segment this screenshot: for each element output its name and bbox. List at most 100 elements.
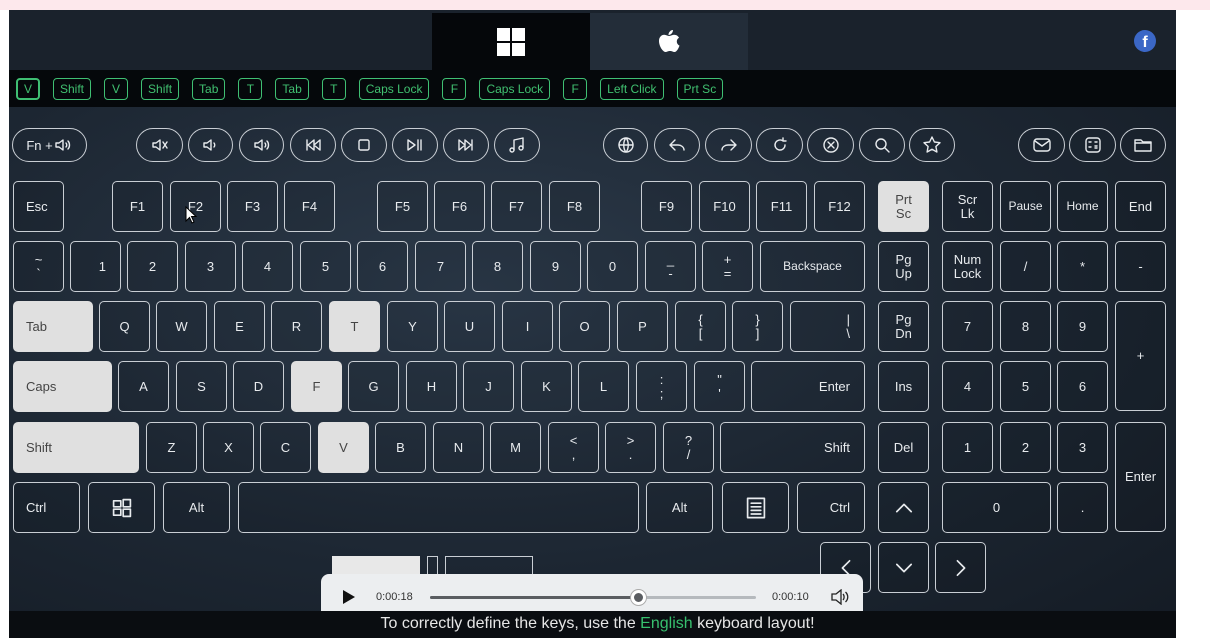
key-np6[interactable]: 6 bbox=[1057, 361, 1108, 412]
key-d[interactable]: D bbox=[233, 361, 284, 412]
key-f10[interactable]: F10 bbox=[699, 181, 750, 232]
key-np3[interactable]: 3 bbox=[1057, 422, 1108, 473]
key-ins[interactable]: Ins bbox=[878, 361, 929, 412]
key-o[interactable]: O bbox=[559, 301, 610, 352]
key-win[interactable] bbox=[88, 482, 155, 533]
key-k[interactable]: K bbox=[521, 361, 572, 412]
key-pipe[interactable]: | \ bbox=[790, 301, 865, 352]
key-i[interactable]: I bbox=[502, 301, 553, 352]
key-m[interactable]: M bbox=[490, 422, 541, 473]
key-del[interactable]: Del bbox=[878, 422, 929, 473]
key-np-mul[interactable]: * bbox=[1057, 241, 1108, 292]
key-f12[interactable]: F12 bbox=[814, 181, 865, 232]
key-right[interactable] bbox=[935, 542, 986, 593]
key-enter[interactable]: Enter bbox=[751, 361, 865, 412]
key-down[interactable] bbox=[878, 542, 929, 593]
key-h[interactable]: H bbox=[406, 361, 457, 412]
key-colon[interactable]: :; bbox=[636, 361, 687, 412]
key-ctrl-l[interactable]: Ctrl bbox=[13, 482, 80, 533]
key-tab[interactable]: Tab bbox=[13, 301, 93, 352]
seek-thumb[interactable] bbox=[631, 590, 646, 605]
refresh-key[interactable] bbox=[756, 128, 803, 162]
key-alt-r[interactable]: Alt bbox=[646, 482, 713, 533]
volume-down-key[interactable] bbox=[188, 128, 233, 162]
play-icon[interactable] bbox=[342, 589, 356, 605]
key-np-plus[interactable]: + bbox=[1115, 301, 1166, 411]
key-f7[interactable]: F7 bbox=[491, 181, 542, 232]
key-question[interactable]: ? / bbox=[663, 422, 714, 473]
key-backspace[interactable]: Backspace bbox=[760, 241, 865, 292]
stop-key[interactable] bbox=[341, 128, 387, 162]
key-menu[interactable] bbox=[722, 482, 789, 533]
key-f5[interactable]: F5 bbox=[377, 181, 428, 232]
key-s[interactable]: S bbox=[176, 361, 227, 412]
key-d4[interactable]: 4 bbox=[242, 241, 293, 292]
key-up[interactable] bbox=[878, 482, 929, 533]
key-d8[interactable]: 8 bbox=[472, 241, 523, 292]
key-p[interactable]: P bbox=[617, 301, 668, 352]
key-np0[interactable]: 0 bbox=[942, 482, 1051, 533]
folder-key[interactable] bbox=[1120, 128, 1166, 162]
key-d5[interactable]: 5 bbox=[300, 241, 351, 292]
key-b[interactable]: B bbox=[375, 422, 426, 473]
key-gt[interactable]: >. bbox=[605, 422, 656, 473]
key-np1[interactable]: 1 bbox=[942, 422, 993, 473]
key-j[interactable]: J bbox=[463, 361, 514, 412]
key-d3[interactable]: 3 bbox=[185, 241, 236, 292]
key-scrlk[interactable]: Scr Lk bbox=[942, 181, 993, 232]
music-key[interactable] bbox=[494, 128, 540, 162]
fn-volume-key[interactable]: Fn + bbox=[12, 128, 87, 162]
seek-bar[interactable] bbox=[430, 590, 756, 605]
calculator-key[interactable] bbox=[1069, 128, 1116, 162]
key-u[interactable]: U bbox=[444, 301, 495, 352]
key-lt[interactable]: <, bbox=[548, 422, 599, 473]
key-prtsc[interactable]: Prt Sc bbox=[878, 181, 929, 232]
key-np-dot[interactable]: . bbox=[1057, 482, 1108, 533]
key-ctrl-r[interactable]: Ctrl bbox=[797, 482, 865, 533]
key-np-enter[interactable]: Enter bbox=[1115, 422, 1166, 532]
key-np-div[interactable]: / bbox=[1000, 241, 1051, 292]
key-f1[interactable]: F1 bbox=[112, 181, 163, 232]
key-q[interactable]: Q bbox=[99, 301, 150, 352]
key-home[interactable]: Home bbox=[1057, 181, 1108, 232]
key-np5[interactable]: 5 bbox=[1000, 361, 1051, 412]
key-np9[interactable]: 9 bbox=[1057, 301, 1108, 352]
key-shift-l[interactable]: Shift bbox=[13, 422, 139, 473]
key-d0[interactable]: 0 bbox=[587, 241, 638, 292]
search-key[interactable] bbox=[859, 128, 905, 162]
key-minus[interactable]: _ - bbox=[645, 241, 696, 292]
key-a[interactable]: A bbox=[118, 361, 169, 412]
key-v[interactable]: V bbox=[318, 422, 369, 473]
close-key[interactable] bbox=[807, 128, 854, 162]
mail-key[interactable] bbox=[1018, 128, 1065, 162]
key-np4[interactable]: 4 bbox=[942, 361, 993, 412]
previous-track-key[interactable] bbox=[290, 128, 336, 162]
key-l[interactable]: L bbox=[578, 361, 629, 412]
key-space[interactable] bbox=[238, 482, 639, 533]
key-caps[interactable]: Caps bbox=[13, 361, 112, 412]
key-f3[interactable]: F3 bbox=[227, 181, 278, 232]
play-pause-key[interactable] bbox=[392, 128, 438, 162]
key-shift-r[interactable]: Shift bbox=[720, 422, 865, 473]
key-np2[interactable]: 2 bbox=[1000, 422, 1051, 473]
key-plus[interactable]: + = bbox=[702, 241, 753, 292]
volume-up-key[interactable] bbox=[239, 128, 284, 162]
key-end[interactable]: End bbox=[1115, 181, 1166, 232]
key-lbrace[interactable]: {[ bbox=[675, 301, 726, 352]
key-t[interactable]: T bbox=[329, 301, 380, 352]
key-np8[interactable]: 8 bbox=[1000, 301, 1051, 352]
key-f9[interactable]: F9 bbox=[641, 181, 692, 232]
key-esc[interactable]: Esc bbox=[13, 181, 64, 232]
key-np-minus[interactable]: - bbox=[1115, 241, 1166, 292]
key-tilde[interactable]: ~ ` bbox=[13, 241, 64, 292]
key-f4[interactable]: F4 bbox=[284, 181, 335, 232]
key-z[interactable]: Z bbox=[146, 422, 197, 473]
next-track-key[interactable] bbox=[443, 128, 489, 162]
key-d2[interactable]: 2 bbox=[127, 241, 178, 292]
key-rbrace[interactable]: }] bbox=[732, 301, 783, 352]
key-c[interactable]: C bbox=[260, 422, 311, 473]
key-r[interactable]: R bbox=[271, 301, 322, 352]
key-d7[interactable]: 7 bbox=[415, 241, 466, 292]
mute-key[interactable] bbox=[136, 128, 183, 162]
key-d6[interactable]: 6 bbox=[357, 241, 408, 292]
